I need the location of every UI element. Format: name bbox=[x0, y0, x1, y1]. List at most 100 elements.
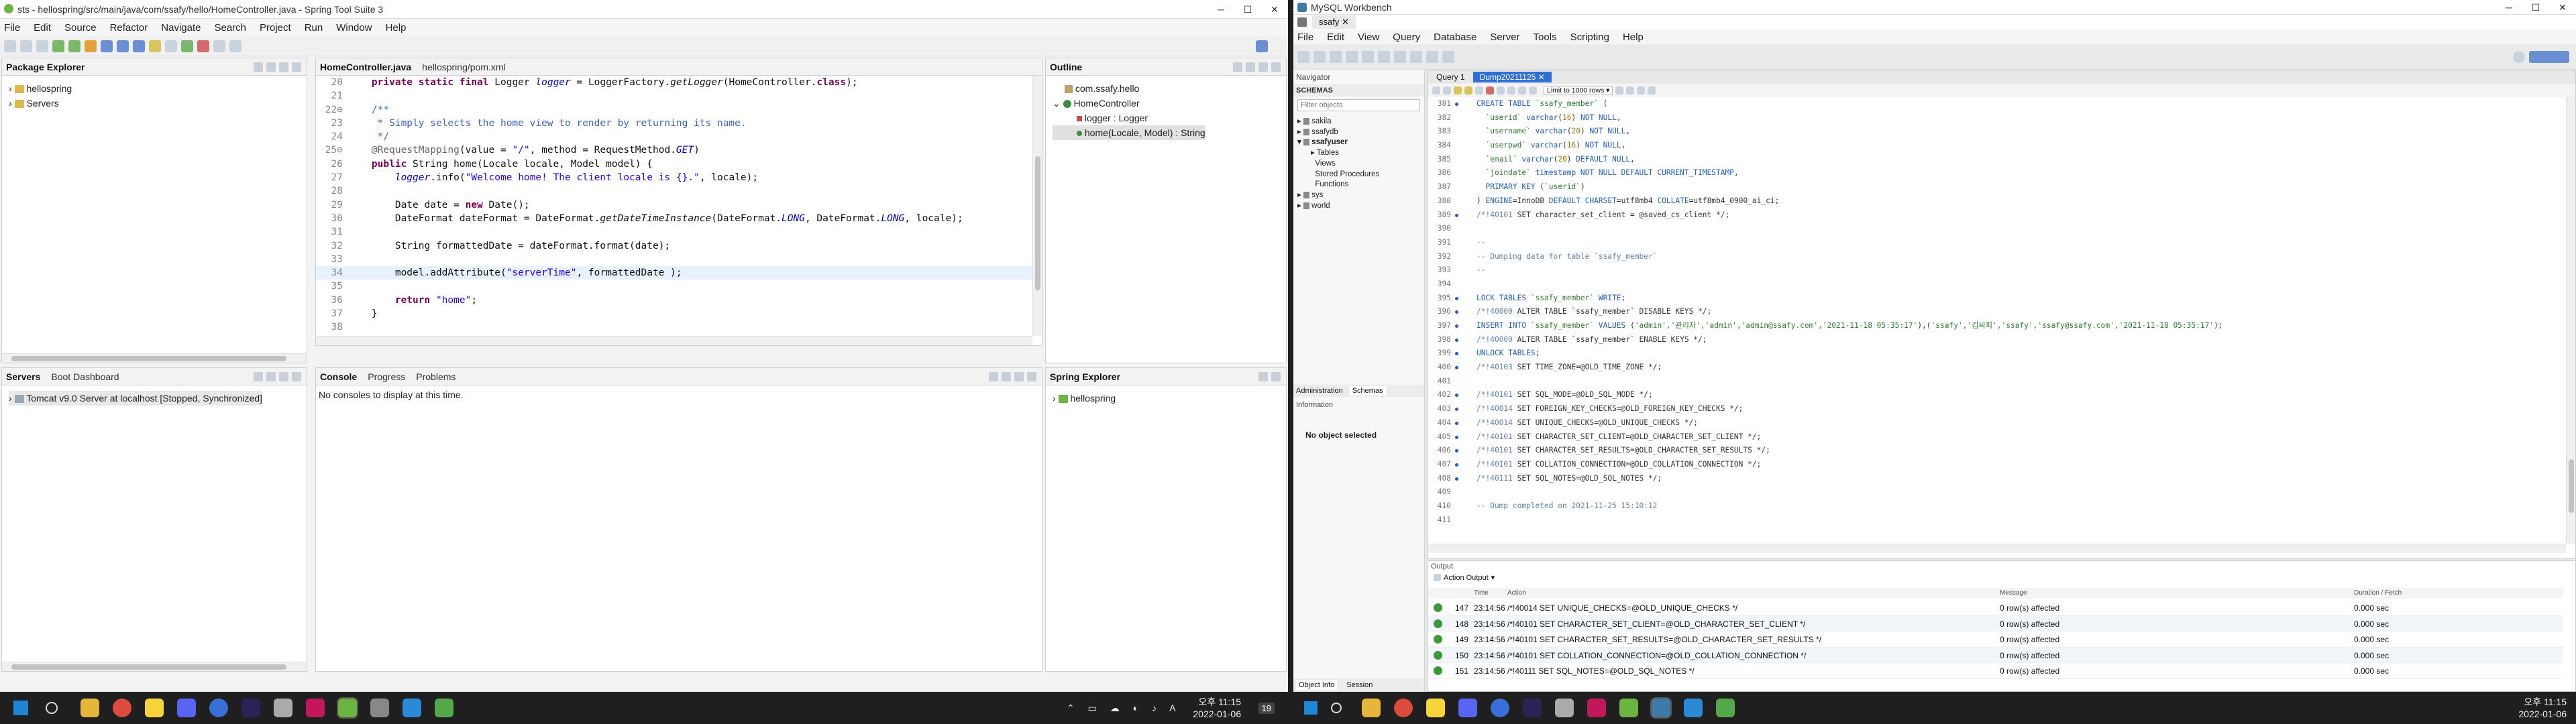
tab-homecontroller-java[interactable]: HomeController.java bbox=[320, 62, 411, 72]
ime-indicator[interactable]: A bbox=[1169, 703, 1181, 713]
find-icon[interactable] bbox=[1626, 86, 1635, 95]
sql-vertical-scrollbar[interactable] bbox=[2566, 97, 2575, 544]
print-icon[interactable] bbox=[36, 40, 48, 52]
search-icon[interactable] bbox=[1331, 703, 1342, 713]
new-class-icon[interactable] bbox=[133, 40, 145, 52]
schema-node-functions[interactable]: Functions bbox=[1297, 180, 1379, 190]
sql-code-area[interactable]: 381 CREATE TABLE `ssafy_member` (382 `use… bbox=[1428, 97, 2563, 544]
output-row[interactable]: 150 23:14:56/*!40101 SET COLLATION_CONNEC… bbox=[1428, 647, 2563, 663]
spring-item-hellospring[interactable]: › hellospring bbox=[1053, 391, 1116, 406]
kakaotalk-icon[interactable] bbox=[145, 699, 164, 717]
discord-icon[interactable] bbox=[177, 699, 196, 717]
back-icon[interactable] bbox=[213, 40, 225, 52]
tab-problems[interactable]: Problems bbox=[416, 371, 455, 382]
editor-vertical-scrollbar[interactable] bbox=[1032, 76, 1042, 336]
tab-administration[interactable]: Administration bbox=[1296, 387, 1343, 395]
hide-static-icon[interactable] bbox=[1258, 62, 1268, 72]
eclipse-icon[interactable] bbox=[241, 699, 260, 717]
open-type-icon[interactable] bbox=[149, 40, 161, 52]
publish-icon[interactable] bbox=[292, 371, 301, 381]
new-java-project-icon[interactable] bbox=[101, 40, 113, 52]
settings-gear-icon[interactable] bbox=[2513, 50, 2525, 63]
tab-query-1[interactable]: Query 1 bbox=[1428, 72, 1473, 82]
create-function-icon[interactable] bbox=[1410, 50, 1422, 63]
filter-icon[interactable] bbox=[1271, 371, 1281, 381]
view-menu-icon[interactable] bbox=[279, 62, 288, 72]
open-inspector-icon[interactable] bbox=[1330, 50, 1342, 63]
beautify-icon[interactable] bbox=[1615, 86, 1624, 95]
schema-item-ssafydb[interactable]: ▸ ssafydb bbox=[1297, 127, 1379, 138]
spring-boot-icon[interactable] bbox=[181, 40, 193, 52]
schema-node-procedures[interactable]: Stored Procedures bbox=[1297, 170, 1379, 180]
collapse-all-icon[interactable] bbox=[254, 62, 263, 72]
app-icon[interactable] bbox=[1491, 699, 1509, 717]
windows-start-icon[interactable] bbox=[1304, 701, 1318, 715]
link-editor-icon[interactable] bbox=[266, 62, 276, 72]
display-console-icon[interactable] bbox=[1014, 371, 1024, 381]
forward-icon[interactable] bbox=[229, 40, 241, 52]
sts-menu-project[interactable]: Project bbox=[260, 22, 291, 34]
outline-item-method[interactable]: home(Locale, Model) : String bbox=[1053, 125, 1205, 140]
sts-menu-search[interactable]: Search bbox=[214, 22, 246, 34]
stop-server-icon[interactable] bbox=[279, 371, 288, 381]
execute-current-icon[interactable] bbox=[1464, 86, 1472, 95]
tab-object-info[interactable]: Object Info bbox=[1296, 680, 1338, 690]
app-icon[interactable] bbox=[1555, 699, 1574, 717]
app-icon[interactable] bbox=[209, 699, 228, 717]
schema-item-ssafyuser[interactable]: ▾ ssafyuser bbox=[1297, 137, 1379, 148]
create-procedure-icon[interactable] bbox=[1394, 50, 1406, 63]
search-icon[interactable] bbox=[46, 702, 58, 714]
tab-package-explorer[interactable]: Package Explorer bbox=[6, 62, 85, 72]
servers-horizontal-scrollbar[interactable] bbox=[2, 662, 307, 671]
app-icon[interactable] bbox=[435, 699, 453, 717]
search-icon[interactable] bbox=[165, 40, 177, 52]
new-sql-tab-icon[interactable] bbox=[1297, 50, 1309, 63]
new-package-icon[interactable] bbox=[117, 40, 129, 52]
save-file-icon[interactable] bbox=[1443, 86, 1451, 95]
connection-tab[interactable]: ssafy ✕ bbox=[1312, 15, 1356, 29]
tab-boot-dashboard[interactable]: Boot Dashboard bbox=[51, 371, 119, 382]
code-area[interactable]: 20 private static final Logger logger = … bbox=[316, 76, 1042, 345]
sql-horizontal-scrollbar[interactable] bbox=[1428, 544, 2566, 553]
outline-item-package[interactable]: com.ssafy.hello bbox=[1053, 81, 1205, 96]
tab-dump[interactable]: Dump20211125 ✕ bbox=[1472, 72, 1552, 82]
minimize-view-icon[interactable] bbox=[292, 62, 301, 72]
start-server-icon[interactable] bbox=[266, 371, 276, 381]
sts-menu-help[interactable]: Help bbox=[386, 22, 407, 34]
chrome-icon[interactable] bbox=[113, 699, 131, 717]
new-icon[interactable] bbox=[4, 40, 16, 52]
minimize-button[interactable]: ─ bbox=[1208, 2, 1234, 17]
vscode-icon[interactable] bbox=[402, 699, 421, 717]
windows-start-icon[interactable] bbox=[13, 701, 28, 715]
sts-menu-edit[interactable]: Edit bbox=[34, 22, 51, 34]
invisible-chars-icon[interactable] bbox=[1637, 86, 1646, 95]
discord-icon[interactable] bbox=[1458, 699, 1477, 717]
tree-item-hellospring[interactable]: › hellospring bbox=[9, 81, 72, 96]
workbench-menu-server[interactable]: Server bbox=[1490, 32, 1519, 43]
app-icon[interactable] bbox=[274, 699, 292, 717]
toggle-continue-icon[interactable] bbox=[1497, 86, 1505, 95]
open-file-icon[interactable] bbox=[1432, 86, 1440, 95]
reconnect-icon[interactable] bbox=[1442, 50, 1454, 63]
workbench-menu-scripting[interactable]: Scripting bbox=[1570, 32, 1609, 43]
vscode-icon[interactable] bbox=[1684, 699, 1703, 717]
limit-rows-select[interactable]: Limit to 1000 rows ▾ bbox=[1544, 86, 1613, 95]
filter-objects-input[interactable] bbox=[1297, 99, 1420, 111]
schema-node-views[interactable]: Views bbox=[1297, 159, 1379, 170]
app-icon[interactable] bbox=[370, 699, 389, 717]
intellij-icon[interactable] bbox=[306, 699, 325, 717]
maximize-button[interactable]: ☐ bbox=[2522, 0, 2549, 15]
schema-item-world[interactable]: ▸ world bbox=[1297, 201, 1379, 212]
output-row[interactable]: 147 23:14:56/*!40014 SET UNIQUE_CHECKS=@O… bbox=[1428, 600, 2563, 616]
workbench-menu-help[interactable]: Help bbox=[1623, 32, 1644, 43]
sts-icon[interactable] bbox=[1619, 699, 1638, 717]
tab-schemas[interactable]: Schemas bbox=[1349, 386, 1386, 396]
open-console-icon[interactable] bbox=[1027, 371, 1036, 381]
outline-item-field[interactable]: logger : Logger bbox=[1053, 111, 1205, 125]
schema-item-sys[interactable]: ▸ sys bbox=[1297, 190, 1379, 201]
explain-icon[interactable] bbox=[1475, 86, 1483, 95]
workbench-menu-view[interactable]: View bbox=[1358, 32, 1379, 43]
workbench-menu-database[interactable]: Database bbox=[1434, 32, 1477, 43]
tab-spring-explorer[interactable]: Spring Explorer bbox=[1050, 371, 1120, 382]
perspective-java-icon[interactable] bbox=[1256, 40, 1268, 52]
